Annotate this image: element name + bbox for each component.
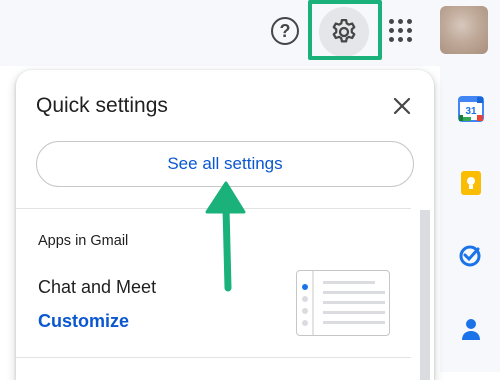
annotation-arrow — [205, 181, 246, 292]
